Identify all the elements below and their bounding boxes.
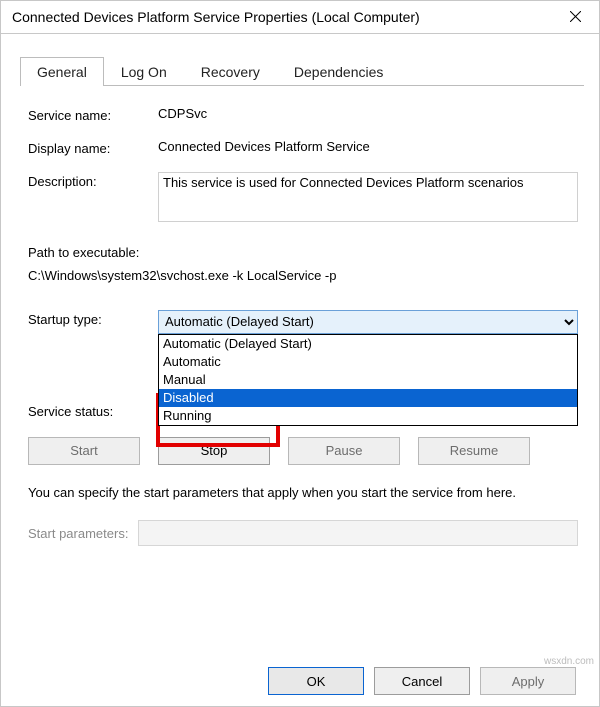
- value-service-name: CDPSvc: [158, 106, 578, 121]
- pause-button: Pause: [288, 437, 400, 465]
- label-startup-type: Startup type:: [28, 310, 158, 327]
- label-service-name: Service name:: [28, 106, 158, 123]
- label-display-name: Display name:: [28, 139, 158, 156]
- cancel-button[interactable]: Cancel: [374, 667, 470, 695]
- start-params-instruction: You can specify the start parameters tha…: [28, 483, 578, 503]
- window-title: Connected Devices Platform Service Prope…: [12, 9, 420, 25]
- startup-type-dropdown: Automatic (Delayed Start) Automatic Manu…: [158, 334, 578, 426]
- dialog-buttons: OK Cancel Apply: [0, 667, 600, 695]
- label-start-parameters: Start parameters:: [28, 526, 128, 541]
- value-path: C:\Windows\system32\svchost.exe -k Local…: [28, 264, 578, 287]
- value-display-name: Connected Devices Platform Service: [158, 139, 578, 154]
- watermark: wsxdn.com: [544, 656, 594, 667]
- resume-button: Resume: [418, 437, 530, 465]
- startup-type-select[interactable]: Automatic (Delayed Start): [158, 310, 578, 334]
- label-service-status: Service status:: [28, 402, 158, 419]
- start-parameters-input: [138, 520, 578, 546]
- tab-general[interactable]: General: [20, 57, 104, 86]
- tabbar: General Log On Recovery Dependencies: [20, 56, 584, 86]
- startup-option-disabled[interactable]: Disabled: [159, 389, 577, 407]
- ok-button[interactable]: OK: [268, 667, 364, 695]
- apply-button: Apply: [480, 667, 576, 695]
- tab-recovery[interactable]: Recovery: [184, 57, 277, 86]
- tab-dependencies[interactable]: Dependencies: [277, 57, 401, 86]
- titlebar: Connected Devices Platform Service Prope…: [0, 0, 600, 34]
- label-path: Path to executable:: [28, 241, 578, 264]
- start-button: Start: [28, 437, 140, 465]
- tab-panel-general: Service name: CDPSvc Display name: Conne…: [0, 86, 600, 556]
- close-icon[interactable]: [552, 0, 598, 33]
- startup-option-automatic[interactable]: Automatic: [159, 353, 577, 371]
- startup-option-bg-running: Running: [159, 407, 577, 425]
- label-description: Description:: [28, 172, 158, 189]
- stop-button[interactable]: Stop: [158, 437, 270, 465]
- description-textarea[interactable]: This service is used for Connected Devic…: [158, 172, 578, 222]
- startup-option-automatic-delayed[interactable]: Automatic (Delayed Start): [159, 335, 577, 353]
- startup-option-manual[interactable]: Manual: [159, 371, 577, 389]
- tab-log-on[interactable]: Log On: [104, 57, 184, 86]
